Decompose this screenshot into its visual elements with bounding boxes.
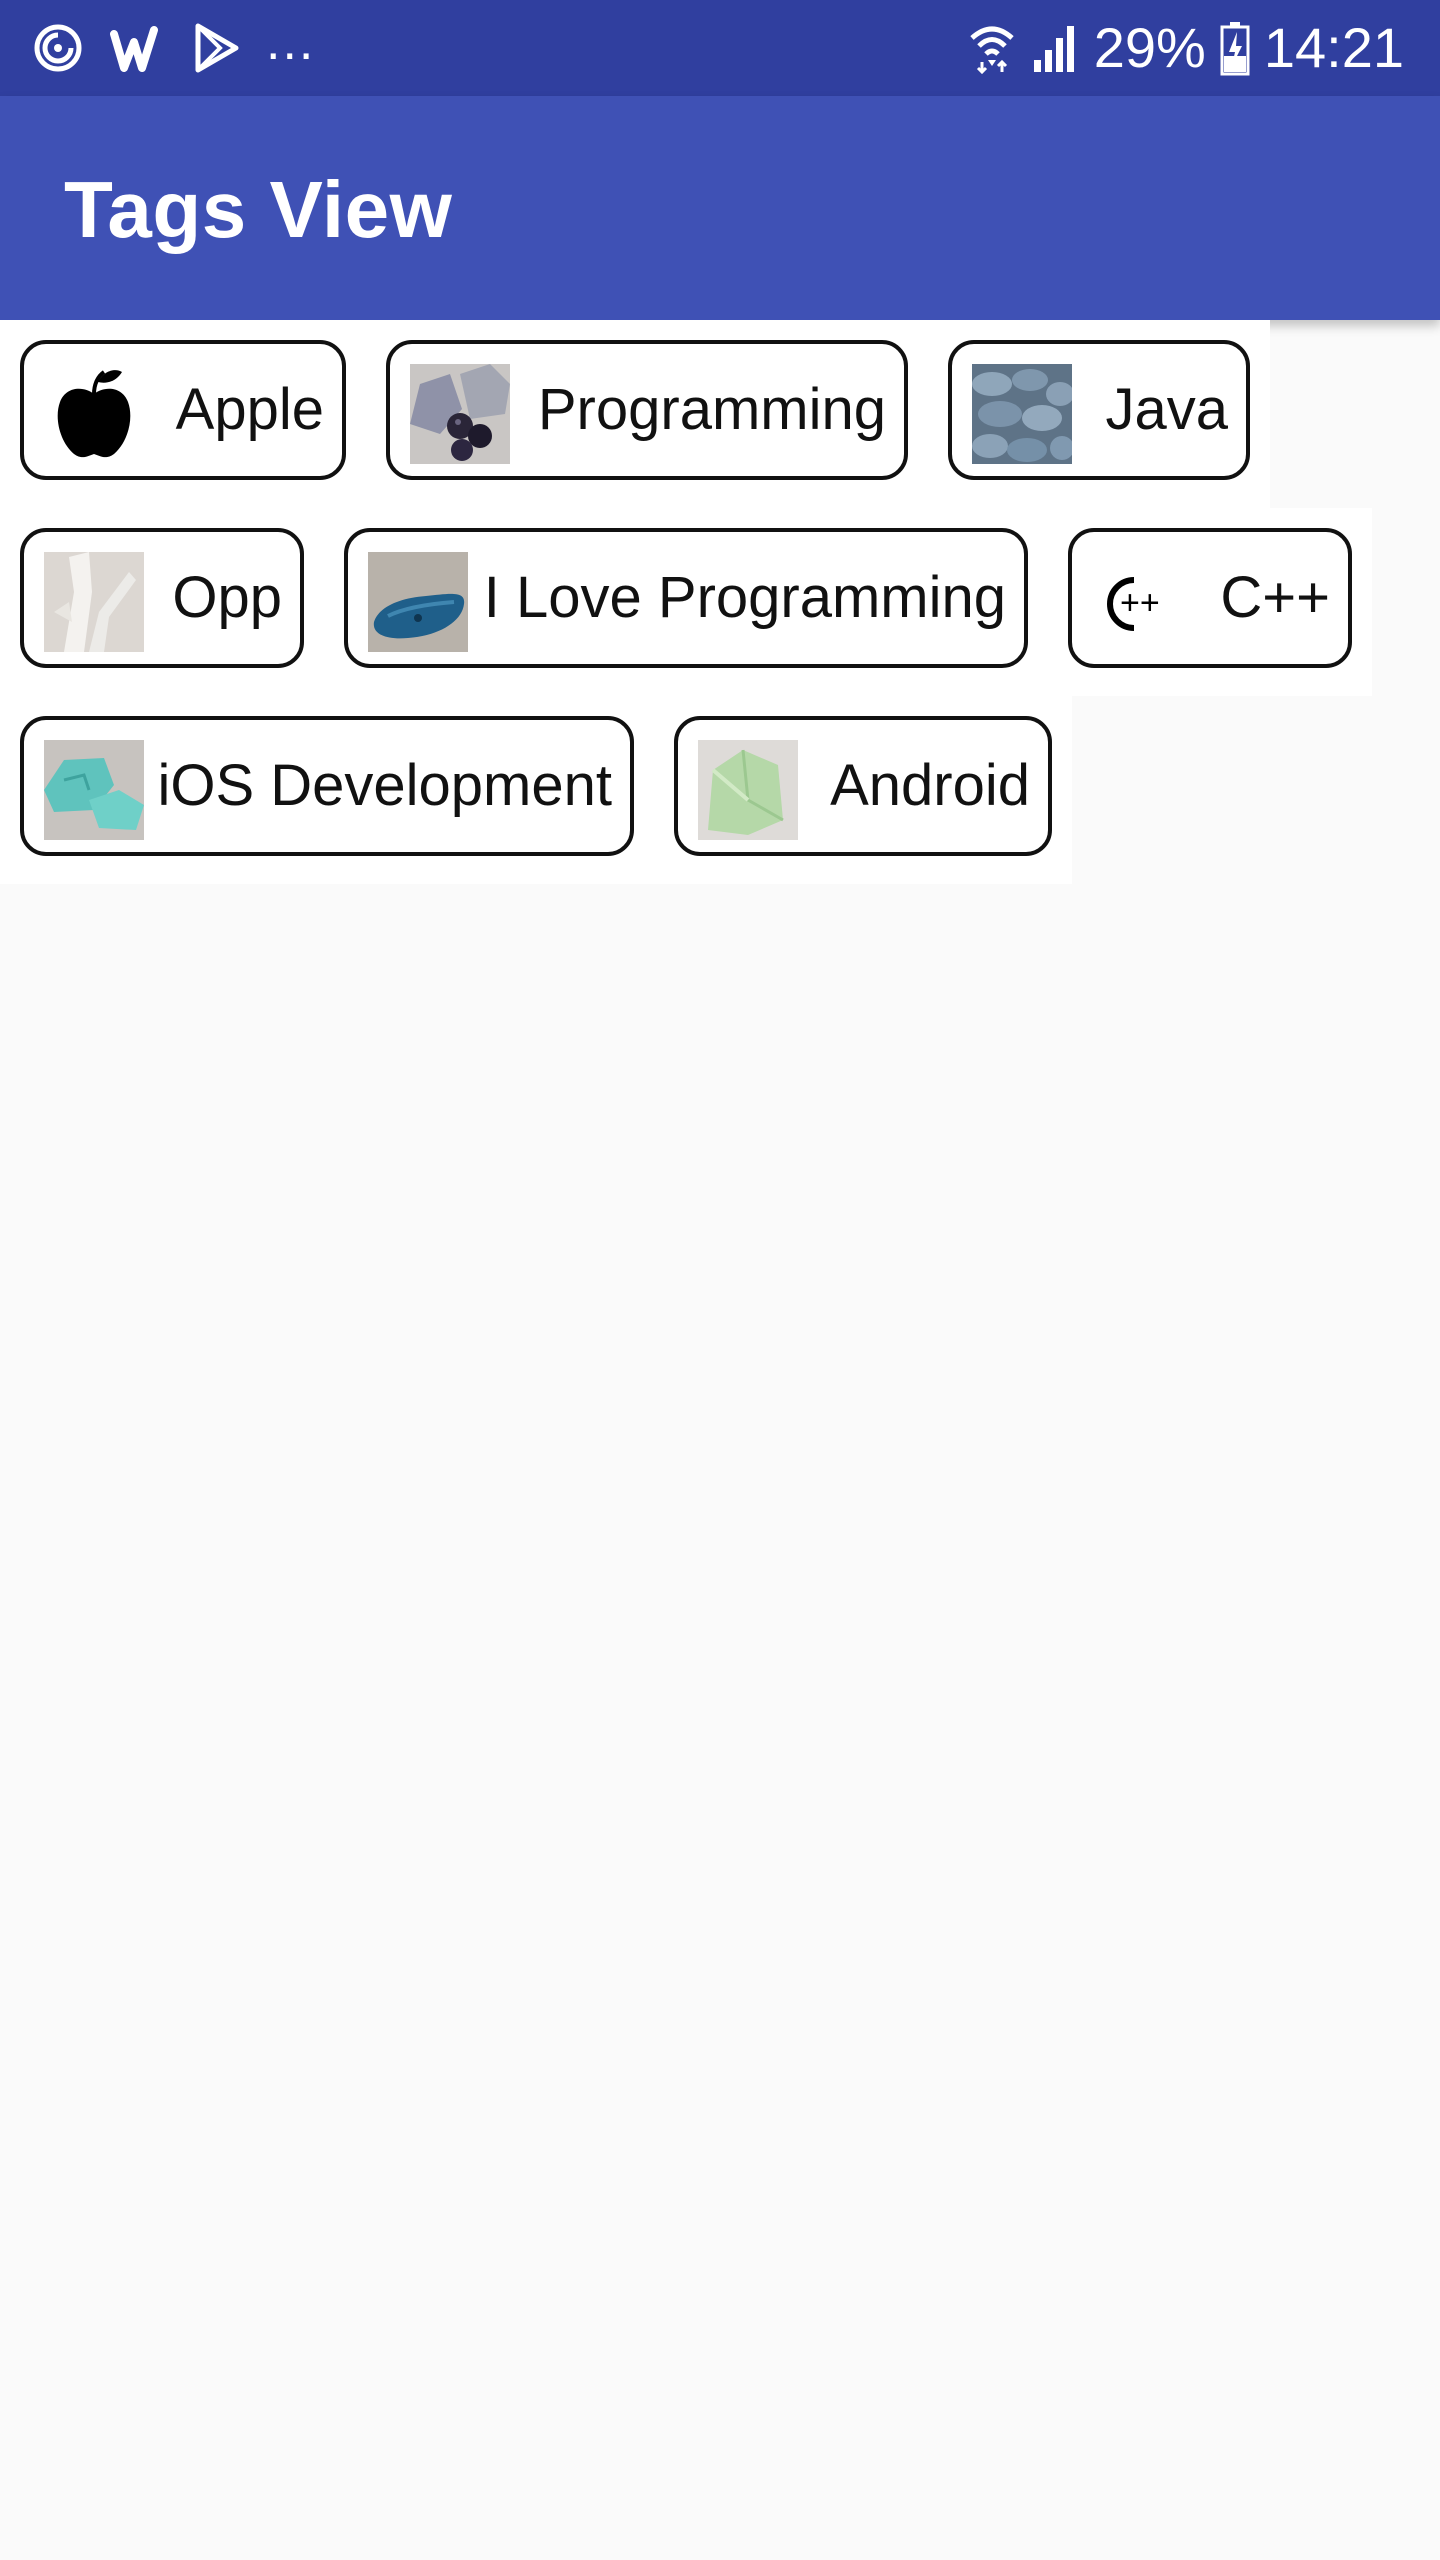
tag-row-3: iOS Development Android (0, 696, 1072, 884)
tag-label: Android (830, 753, 1030, 818)
white-crystal-thumbnail (44, 552, 144, 652)
battery-percent: 29% (1093, 16, 1206, 79)
status-bar-right: 29% 14:21 (968, 14, 1404, 82)
sync-icon (32, 22, 84, 74)
page-title: Tags View (64, 165, 453, 254)
stones-thumbnail (410, 364, 510, 464)
tag-row-1: Apple Programming Java (0, 320, 1270, 508)
green-crystal-thumbnail (698, 740, 798, 840)
status-bar-left: ... (32, 13, 315, 76)
svg-text:++: ++ (1120, 584, 1160, 622)
signal-icon (1030, 22, 1080, 74)
tag-apple[interactable]: Apple (20, 340, 346, 480)
status-bar: ... 29% 14:21 (0, 0, 1440, 96)
tag-opp[interactable]: Opp (20, 528, 304, 668)
battery-charging-icon (1220, 20, 1250, 76)
play-store-icon (192, 22, 240, 74)
tag-row-2: Opp I Love Programming ++ C++ (0, 508, 1372, 696)
w-app-icon (110, 22, 166, 74)
blue-stone-thumbnail (368, 552, 468, 652)
tag-i-love-programming[interactable]: I Love Programming (344, 528, 1028, 668)
tag-ios-development[interactable]: iOS Development (20, 716, 634, 856)
tag-label: Programming (537, 377, 886, 442)
apple-icon (44, 364, 144, 464)
tag-label: Opp (172, 565, 282, 630)
tag-label: C++ (1220, 565, 1330, 630)
clock: 14:21 (1263, 16, 1404, 79)
notification-overflow: ... (266, 13, 316, 71)
app-bar: Tags View (0, 96, 1440, 320)
tag-label: I Love Programming (483, 565, 1006, 630)
tag-android[interactable]: Android (674, 716, 1052, 856)
tag-label: iOS Development (157, 753, 612, 818)
tag-java[interactable]: Java (948, 340, 1250, 480)
tag-label: Java (1105, 377, 1228, 442)
wifi-icon (968, 22, 1016, 74)
tag-programming[interactable]: Programming (386, 340, 908, 480)
tag-cpp[interactable]: ++ C++ (1068, 528, 1352, 668)
blue-pebbles-thumbnail (972, 364, 1072, 464)
tag-label: Apple (175, 377, 324, 442)
turquoise-stone-thumbnail (44, 740, 144, 840)
cpp-logo-icon: ++ (1092, 552, 1192, 652)
